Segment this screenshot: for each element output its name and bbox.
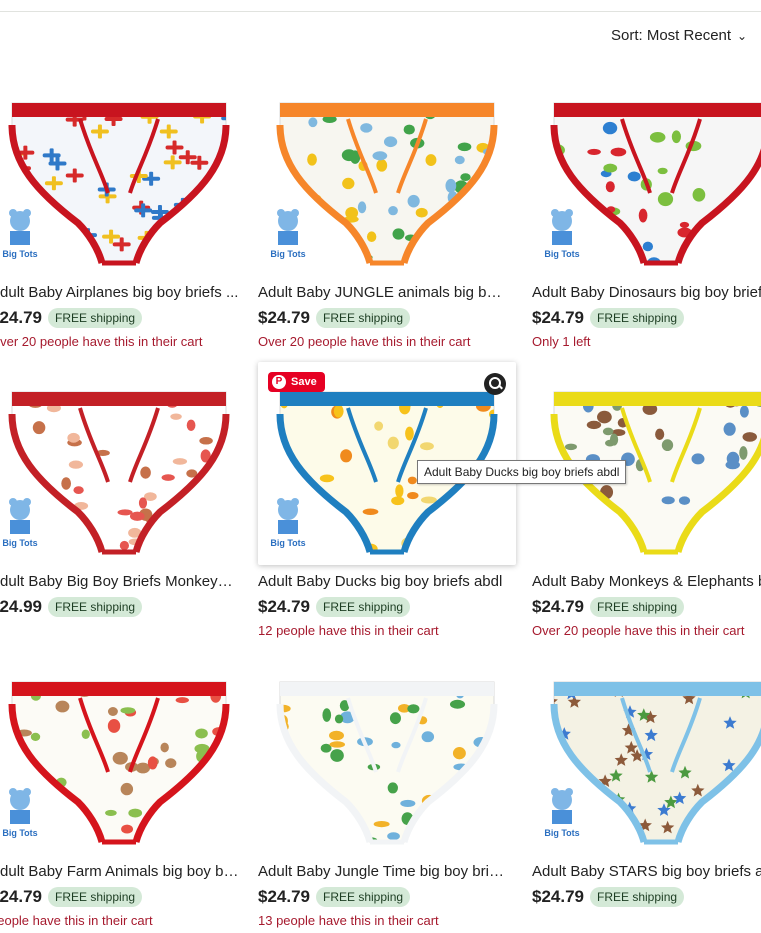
free-shipping-badge: FREE shipping (48, 887, 143, 907)
price-row: $24.99 FREE shipping (0, 596, 143, 618)
free-shipping-badge: FREE shipping (590, 308, 685, 328)
listing-title[interactable]: Adult Baby Ducks big boy briefs abdl (258, 572, 508, 592)
big-tots-logo: Big Tots (270, 498, 306, 548)
price-row: $24.79 FREE shipping (532, 307, 685, 329)
free-shipping-badge: FREE shipping (316, 308, 411, 328)
big-tots-logo: Big Tots (2, 498, 38, 548)
listing-price: $24.79 (0, 308, 42, 327)
zoom-icon[interactable] (484, 373, 506, 395)
listing-price: $24.79 (258, 597, 310, 616)
product-photo (276, 681, 498, 845)
big-tots-logo: Big Tots (2, 209, 38, 259)
free-shipping-badge: FREE shipping (48, 308, 143, 328)
svg-text:Big Tots: Big Tots (544, 828, 579, 838)
save-label: Save (291, 376, 317, 388)
svg-text:Big Tots: Big Tots (2, 249, 37, 259)
svg-text:Big Tots: Big Tots (270, 249, 305, 259)
svg-text:Big Tots: Big Tots (544, 249, 579, 259)
product-photo: Big Tots (544, 102, 761, 266)
free-shipping-badge: FREE shipping (590, 597, 685, 617)
big-tots-logo: Big Tots (544, 788, 580, 838)
big-tots-logo: Big Tots (544, 209, 580, 259)
cart-demand-note: 12 people have this in their cart (258, 623, 439, 638)
product-photo: Big Tots (2, 681, 230, 845)
listing-title[interactable]: Adult Baby JUNGLE animals big boy ... (258, 283, 508, 303)
header-divider (0, 11, 761, 12)
listing-price: $24.79 (258, 308, 310, 327)
listing-title[interactable]: Adult Baby Big Boy Briefs Monkeys A... (0, 572, 240, 592)
free-shipping-badge: FREE shipping (316, 597, 411, 617)
price-row: $24.79 FREE shipping (0, 307, 143, 329)
product-photo: Big Tots (2, 102, 230, 266)
cart-demand-note: Only 1 left (532, 334, 591, 349)
listing-price: $24.79 (532, 308, 584, 327)
listing-title[interactable]: Adult Baby Farm Animals big boy bri... (0, 862, 240, 882)
listing-card[interactable]: Big Tots P Save Adult Baby Ducks big boy b… (258, 362, 516, 638)
product-photo: Big Tots (270, 102, 498, 266)
listing-title[interactable]: Adult Baby Jungle Time big boy brie... (258, 862, 508, 882)
cart-demand-note: Over 20 people have this in their cart (0, 334, 203, 349)
listing-title[interactable]: Adult Baby STARS big boy briefs abdl (532, 862, 761, 882)
sort-dropdown[interactable]: Sort: Most Recent ⌄ (611, 24, 761, 48)
cart-demand-note: Over 20 people have this in their cart (532, 623, 745, 638)
product-photo: Big Tots (2, 391, 230, 555)
listing-card[interactable]: Big Tots Adult Baby Big Boy Briefs Monke… (0, 362, 248, 637)
listing-price: $24.79 (532, 597, 584, 616)
pinterest-icon: P (272, 375, 286, 389)
cart-demand-note: 13 people have this in their cart (258, 913, 439, 928)
free-shipping-badge: FREE shipping (316, 887, 411, 907)
listing-card[interactable]: Big Tots Adult Baby Farm Animals big boy… (0, 652, 248, 928)
price-row: $24.79 FREE shipping (532, 886, 685, 908)
product-photo: Big Tots (544, 681, 761, 845)
cart-demand-note: people have this in their cart (0, 913, 153, 928)
listing-card[interactable]: Adult Baby Jungle Time big boy brie... $2… (258, 652, 516, 928)
cart-demand-note: Over 20 people have this in their cart (258, 334, 471, 349)
listing-price: $24.79 (258, 887, 310, 906)
listing-card[interactable]: Big Tots Adult Baby Dinosaurs big boy br… (532, 73, 761, 349)
listing-title[interactable]: Adult Baby Airplanes big boy briefs ... (0, 283, 240, 303)
listing-image[interactable]: Big Tots (0, 652, 248, 855)
image-tooltip: Adult Baby Ducks big boy briefs abdl (417, 460, 627, 484)
listing-image[interactable]: Big Tots (0, 362, 248, 565)
price-row: $24.79 FREE shipping (258, 307, 411, 329)
price-row: $24.79 FREE shipping (258, 596, 411, 618)
listing-image[interactable]: Big Tots (532, 73, 761, 276)
price-row: $24.79 FREE shipping (258, 886, 411, 908)
listing-price: $24.79 (0, 887, 42, 906)
chevron-down-icon: ⌄ (737, 29, 748, 43)
svg-text:Big Tots: Big Tots (2, 828, 37, 838)
big-tots-logo: Big Tots (270, 209, 306, 259)
free-shipping-badge: FREE shipping (590, 887, 685, 907)
pinterest-save-button[interactable]: P Save (268, 372, 325, 392)
sort-label: Sort: Most Recent (611, 27, 732, 44)
free-shipping-badge: FREE shipping (48, 597, 143, 617)
listing-price: $24.79 (532, 887, 584, 906)
listing-card[interactable]: Big Tots Adult Baby Airplanes big boy br… (0, 73, 248, 349)
listing-image[interactable] (258, 652, 516, 855)
listing-image[interactable]: Big Tots (258, 73, 516, 276)
listing-card[interactable]: Big Tots Adult Baby JUNGLE animals big b… (258, 73, 516, 349)
listing-price: $24.99 (0, 597, 42, 616)
listing-image[interactable]: Big Tots (532, 652, 761, 855)
listing-title[interactable]: Adult Baby Monkeys & Elephants big boy b… (532, 572, 761, 592)
listing-card[interactable]: Adult Baby Monkeys & Elephants big boy b… (532, 362, 761, 638)
svg-text:Big Tots: Big Tots (2, 538, 37, 548)
listing-card[interactable]: Big Tots Adult Baby STARS big boy briefs… (532, 652, 761, 927)
listing-title[interactable]: Adult Baby Dinosaurs big boy briefs (532, 283, 761, 303)
price-row: $24.79 FREE shipping (532, 596, 685, 618)
svg-text:Big Tots: Big Tots (270, 538, 305, 548)
listing-image[interactable]: Big Tots (0, 73, 248, 276)
price-row: $24.79 FREE shipping (0, 886, 143, 908)
big-tots-logo: Big Tots (2, 788, 38, 838)
